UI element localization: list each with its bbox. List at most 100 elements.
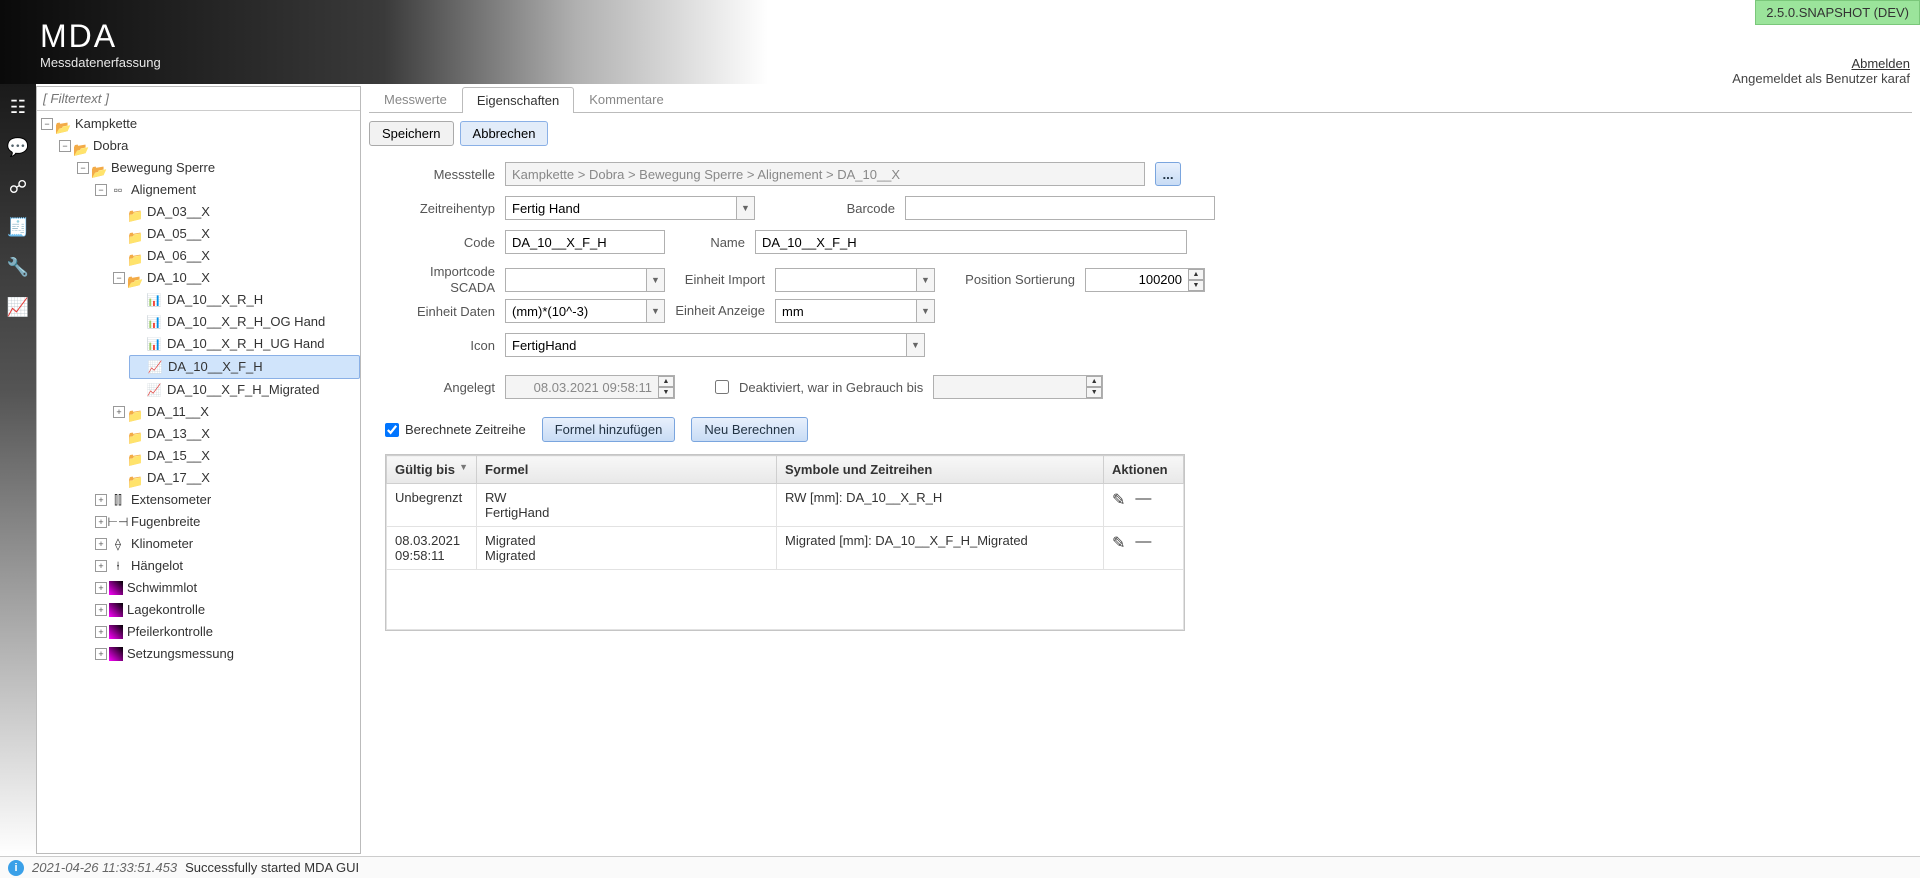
einheit-daten-select[interactable] <box>505 299 665 323</box>
tree-node-setzungsmessung[interactable]: +Setzungsmessung <box>93 643 360 665</box>
spinner-up-icon: ▲ <box>1086 376 1102 387</box>
tree-node-bewegung-sperre[interactable]: −Bewegung Sperre <box>75 157 360 179</box>
col-symbole[interactable]: Symbole und Zeitreihen <box>777 456 1104 484</box>
tree-node-da05[interactable]: DA_05__X <box>111 223 360 245</box>
chat-icon[interactable]: 💬 <box>7 136 29 158</box>
tree-node-kampkette[interactable]: −Kampkette <box>39 113 360 135</box>
einheit-anzeige-select[interactable] <box>775 299 935 323</box>
lagekontrolle-icon <box>109 603 123 617</box>
tree-node-schwimmlot[interactable]: +Schwimmlot <box>93 577 360 599</box>
tree-node-da10[interactable]: −DA_10__X <box>111 267 360 289</box>
tab-bar: Messwerte Eigenschaften Kommentare <box>369 86 1912 113</box>
haengelot-icon: ⍿ <box>109 559 127 573</box>
delete-icon[interactable]: — <box>1135 490 1151 510</box>
tree-node-fugenbreite[interactable]: +⊢⊣Fugenbreite <box>93 511 360 533</box>
tree-node-da06[interactable]: DA_06__X <box>111 245 360 267</box>
messstelle-browse-button[interactable]: ... <box>1155 162 1181 186</box>
spinner-down-icon: ▼ <box>1086 387 1102 398</box>
content-area: Messwerte Eigenschaften Kommentare Speic… <box>365 84 1920 856</box>
col-aktionen[interactable]: Aktionen <box>1104 456 1184 484</box>
folder-open-icon <box>55 117 71 131</box>
tree-node-extensometer[interactable]: +⫿⫿Extensometer <box>93 489 360 511</box>
tab-kommentare[interactable]: Kommentare <box>574 86 678 112</box>
tree-node-pfeilerkontrolle[interactable]: +Pfeilerkontrolle <box>93 621 360 643</box>
table-row[interactable]: 08.03.202109:58:11 MigratedMigrated Migr… <box>387 527 1184 570</box>
folder-icon <box>127 249 143 263</box>
tree-node-haengelot[interactable]: +⍿Hängelot <box>93 555 360 577</box>
timeseries-hand-icon: 📊 <box>145 337 163 351</box>
tree-node-da17[interactable]: DA_17__X <box>111 467 360 489</box>
report-icon[interactable]: 🧾 <box>7 216 29 238</box>
chevron-down-icon[interactable]: ▼ <box>646 269 664 291</box>
berechnete-checkbox[interactable] <box>385 423 399 437</box>
col-gueltig-bis[interactable]: Gültig bis▼ <box>387 456 477 484</box>
tree-structure-icon[interactable]: ☷ <box>7 96 29 118</box>
tree-node-da03[interactable]: DA_03__X <box>111 201 360 223</box>
alignement-icon: ▫▫ <box>109 183 127 197</box>
neu-berechnen-button[interactable]: Neu Berechnen <box>691 417 807 442</box>
delete-icon[interactable]: — <box>1135 533 1151 553</box>
tree-filter-input[interactable] <box>37 87 360 111</box>
save-button[interactable]: Speichern <box>369 121 454 146</box>
extensometer-icon: ⫿⫿ <box>109 493 127 507</box>
angelegt-label: Angelegt <box>385 380 495 395</box>
einheit-import-select[interactable] <box>775 268 935 292</box>
tree-leaf-da10-rh-ug[interactable]: 📊DA_10__X_R_H_UG Hand <box>129 333 360 355</box>
edit-icon[interactable]: ✎ <box>1112 533 1125 553</box>
icon-sidebar: ☷ 💬 ☍ 🧾 🔧 📈 <box>0 84 36 856</box>
folder-open-icon <box>127 271 143 285</box>
table-row[interactable]: Unbegrenzt RWFertigHand RW [mm]: DA_10__… <box>387 484 1184 527</box>
chevron-down-icon[interactable]: ▼ <box>916 269 934 291</box>
tree-node-lagekontrolle[interactable]: +Lagekontrolle <box>93 599 360 621</box>
folder-icon <box>127 205 143 219</box>
tab-messwerte[interactable]: Messwerte <box>369 86 462 112</box>
schwimmlot-icon <box>109 581 123 595</box>
einheit-daten-label: Einheit Daten <box>385 304 495 319</box>
edit-icon[interactable]: ✎ <box>1112 490 1125 510</box>
importcode-select[interactable] <box>505 268 665 292</box>
berechnete-label: Berechnete Zeitreihe <box>405 422 526 437</box>
chevron-down-icon[interactable]: ▼ <box>906 334 924 356</box>
importcode-label: Importcode SCADA <box>385 264 495 295</box>
spinner-down-icon[interactable]: ▼ <box>1188 280 1204 291</box>
tree-node-alignement[interactable]: −▫▫Alignement <box>93 179 360 201</box>
tree: −Kampkette −Dobra −Bewegung Sperre <box>37 111 360 853</box>
tree-node-dobra[interactable]: −Dobra <box>57 135 360 157</box>
tree-leaf-da10-fh-migrated[interactable]: 📈DA_10__X_F_H_Migrated <box>129 379 360 401</box>
status-message: Successfully started MDA GUI <box>185 860 359 875</box>
chevron-down-icon[interactable]: ▼ <box>736 197 754 219</box>
tree-leaf-da10-rh[interactable]: 📊DA_10__X_R_H <box>129 289 360 311</box>
name-field[interactable] <box>755 230 1187 254</box>
code-field[interactable] <box>505 230 665 254</box>
deaktiviert-checkbox[interactable] <box>715 380 729 394</box>
barcode-field[interactable] <box>905 196 1215 220</box>
cancel-button[interactable]: Abbrechen <box>460 121 549 146</box>
tree-node-da13[interactable]: DA_13__X <box>111 423 360 445</box>
tree-leaf-da10-fh[interactable]: 📈DA_10__X_F_H <box>129 355 360 379</box>
tree-leaf-da10-rh-og[interactable]: 📊DA_10__X_R_H_OG Hand <box>129 311 360 333</box>
col-formel[interactable]: Formel <box>477 456 777 484</box>
folder-open-icon <box>91 161 107 175</box>
messstelle-field <box>505 162 1145 186</box>
wrench-icon[interactable]: 🔧 <box>7 256 29 278</box>
position-spinner[interactable] <box>1085 268 1205 292</box>
sort-desc-icon: ▼ <box>459 462 468 472</box>
folder-icon <box>127 449 143 463</box>
tree-node-da11[interactable]: +DA_11__X <box>111 401 360 423</box>
folder-icon <box>127 227 143 241</box>
angelegt-field <box>505 375 675 399</box>
spinner-up-icon[interactable]: ▲ <box>1188 269 1204 280</box>
chart-icon[interactable]: 📈 <box>7 296 29 318</box>
formel-hinzufuegen-button[interactable]: Formel hinzufügen <box>542 417 676 442</box>
chevron-down-icon[interactable]: ▼ <box>646 300 664 322</box>
tree-node-da15[interactable]: DA_15__X <box>111 445 360 467</box>
logout-link[interactable]: Abmelden <box>1732 56 1910 71</box>
chevron-down-icon[interactable]: ▼ <box>916 300 934 322</box>
tab-eigenschaften[interactable]: Eigenschaften <box>462 87 574 113</box>
setzungsmessung-icon <box>109 647 123 661</box>
timeseries-fertig-icon: 📈 <box>146 360 164 374</box>
zeitreihentyp-select[interactable] <box>505 196 755 220</box>
network-icon[interactable]: ☍ <box>7 176 29 198</box>
icon-select[interactable] <box>505 333 925 357</box>
tree-node-klinometer[interactable]: +⟠Klinometer <box>93 533 360 555</box>
